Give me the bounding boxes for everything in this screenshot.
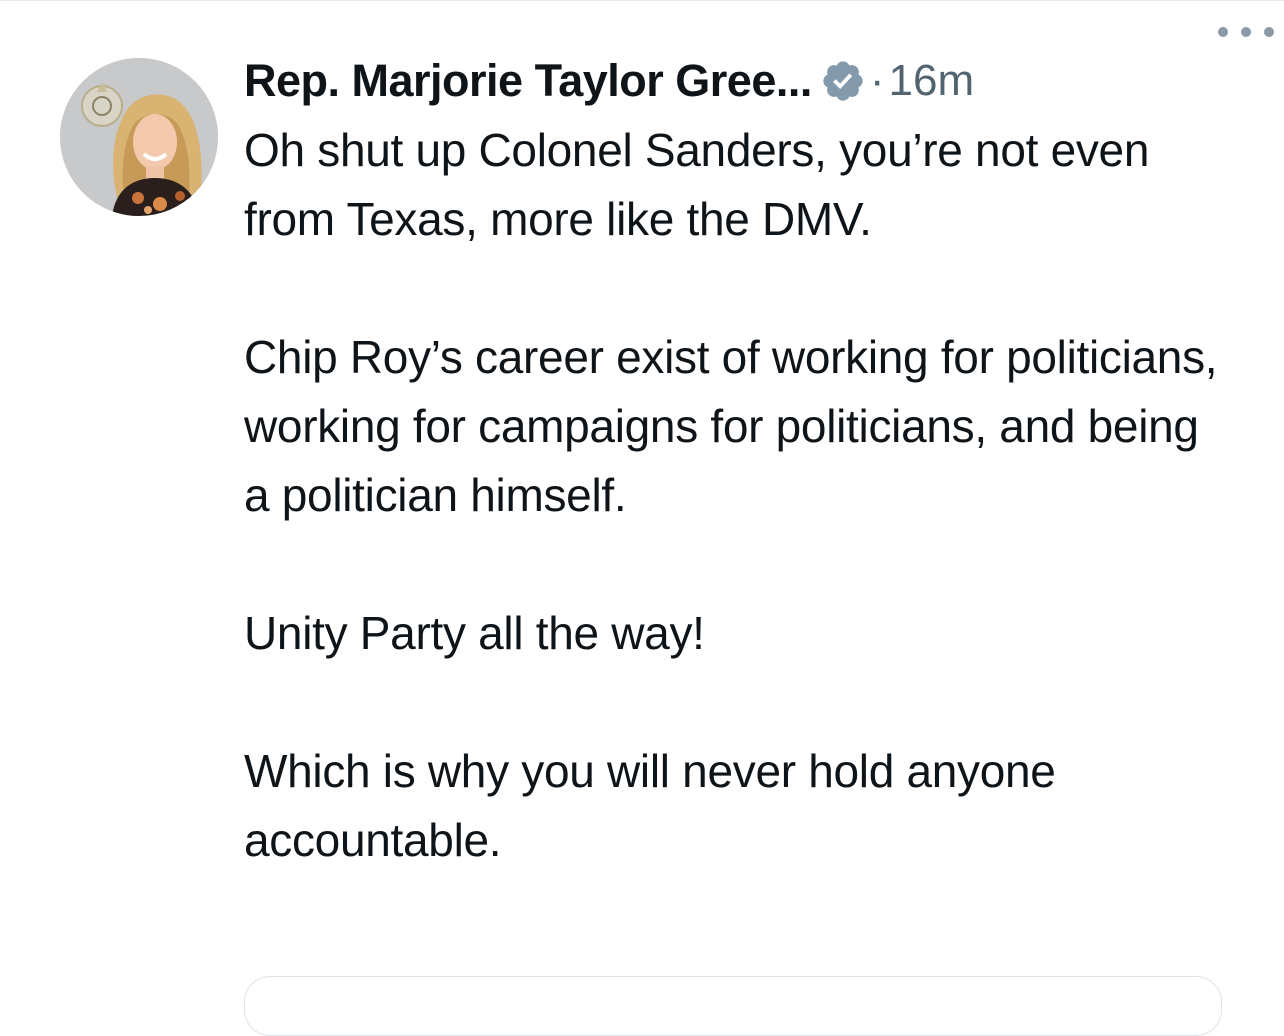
more-dot	[1218, 27, 1228, 37]
more-options-icon[interactable]	[1218, 18, 1274, 46]
timestamp[interactable]: 16m	[889, 56, 975, 106]
more-dot	[1241, 27, 1251, 37]
display-name[interactable]: Rep. Marjorie Taylor Gree...	[244, 55, 812, 107]
tweet-content: Rep. Marjorie Taylor Gree... · 16m Oh sh…	[244, 50, 1234, 875]
tweet-paragraph: Chip Roy’s career exist of working for p…	[244, 331, 1218, 521]
tweet-header: Rep. Marjorie Taylor Gree... · 16m	[244, 50, 1234, 112]
tweet-paragraph: Unity Party all the way!	[244, 607, 705, 659]
avatar[interactable]	[60, 58, 218, 216]
verified-badge-icon[interactable]	[820, 58, 866, 104]
separator-dot: ·	[869, 56, 885, 105]
tweet-text: Oh shut up Colonel Sanders, you’re not e…	[244, 116, 1234, 875]
more-dot	[1264, 27, 1274, 37]
embedded-card[interactable]	[244, 976, 1222, 1036]
tweet-paragraph: Oh shut up Colonel Sanders, you’re not e…	[244, 124, 1150, 245]
profile-avatar-icon	[60, 58, 218, 216]
top-divider	[0, 0, 1284, 1]
tweet-paragraph: Which is why you will never hold anyone …	[244, 745, 1056, 866]
